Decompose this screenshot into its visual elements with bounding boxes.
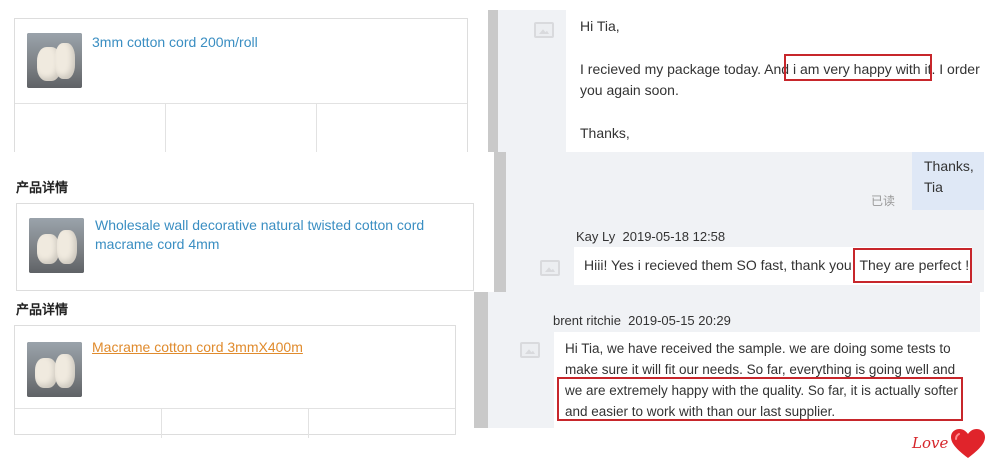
message-timestamp: 2019-05-18 12:58 (622, 229, 726, 244)
watermark-text: Love (912, 434, 949, 452)
product-thumbnail[interactable] (27, 33, 82, 88)
heart-icon (951, 429, 985, 458)
panel-divider (494, 152, 506, 292)
sender-name-text: Kay Ly (576, 229, 616, 244)
message-text: Hiii! Yes i recieved them SO fast, thank… (584, 257, 856, 273)
product-card[interactable]: Macrame cotton cord 3mmX400m (14, 325, 456, 438)
message-timestamp: 2019-05-15 20:29 (628, 313, 731, 328)
read-status: 已读 (871, 194, 896, 208)
avatar-image-icon (520, 342, 540, 358)
product-panel-2: 产品详情 Wholesale wall decorative natural t… (0, 152, 488, 292)
product-title-link[interactable]: 3mm cotton cord 200m/roll (92, 33, 452, 52)
spec-grid (15, 408, 455, 438)
highlight-box (784, 54, 932, 81)
message-bubble: Hi Tia, I recieved my package today. And… (566, 10, 984, 152)
message-greeting: Hi Tia, (580, 18, 620, 34)
sent-line: Thanks, (924, 158, 974, 174)
chat-panel-3: brent ritchie 2019-05-15 20:29 Hi Tia, w… (488, 292, 980, 428)
avatar-image-icon (540, 260, 560, 276)
sender-name-text: brent ritchie (553, 313, 621, 328)
section-title: 产品详情 (16, 180, 69, 195)
product-card[interactable]: 3mm cotton cord 200m/roll (14, 18, 468, 153)
message-line: you again soon. (580, 82, 679, 98)
product-panel-1: 3mm cotton cord 200m/roll (0, 0, 480, 153)
sender-name: Kay Ly 2019-05-18 12:58 (576, 229, 725, 244)
product-panel-3: 产品详情 Macrame cotton cord 3mmX400m (0, 292, 476, 438)
message-closing: Thanks, (580, 125, 630, 141)
spec-grid (15, 103, 467, 153)
message-line: Hi Tia, we have received the sample. we … (565, 341, 951, 356)
product-card[interactable]: Wholesale wall decorative natural twiste… (16, 203, 474, 291)
product-title-link[interactable]: Wholesale wall decorative natural twiste… (95, 216, 455, 254)
sent-message-bubble: Thanks, Tia (912, 152, 984, 210)
panel-divider (474, 292, 488, 428)
chat-panel-1: Hi Tia, I recieved my package today. And… (498, 10, 984, 152)
chat-panel-2: Thanks, Tia 已读 Kay Ly 2019-05-18 12:58 H… (506, 152, 984, 292)
section-title: 产品详情 (16, 302, 69, 317)
message-text: I recieved my package today. And (580, 61, 793, 77)
highlight-box (853, 248, 972, 283)
sent-line: Tia (924, 179, 943, 195)
highlight-box (557, 377, 963, 421)
panel-divider (488, 10, 498, 152)
product-title-link[interactable]: Macrame cotton cord 3mmX400m (92, 338, 432, 357)
product-thumbnail[interactable] (29, 218, 84, 273)
product-thumbnail[interactable] (27, 342, 82, 397)
message-text: I order (935, 61, 980, 77)
avatar-image-icon (534, 22, 554, 38)
sender-name: brent ritchie 2019-05-15 20:29 (553, 313, 731, 328)
